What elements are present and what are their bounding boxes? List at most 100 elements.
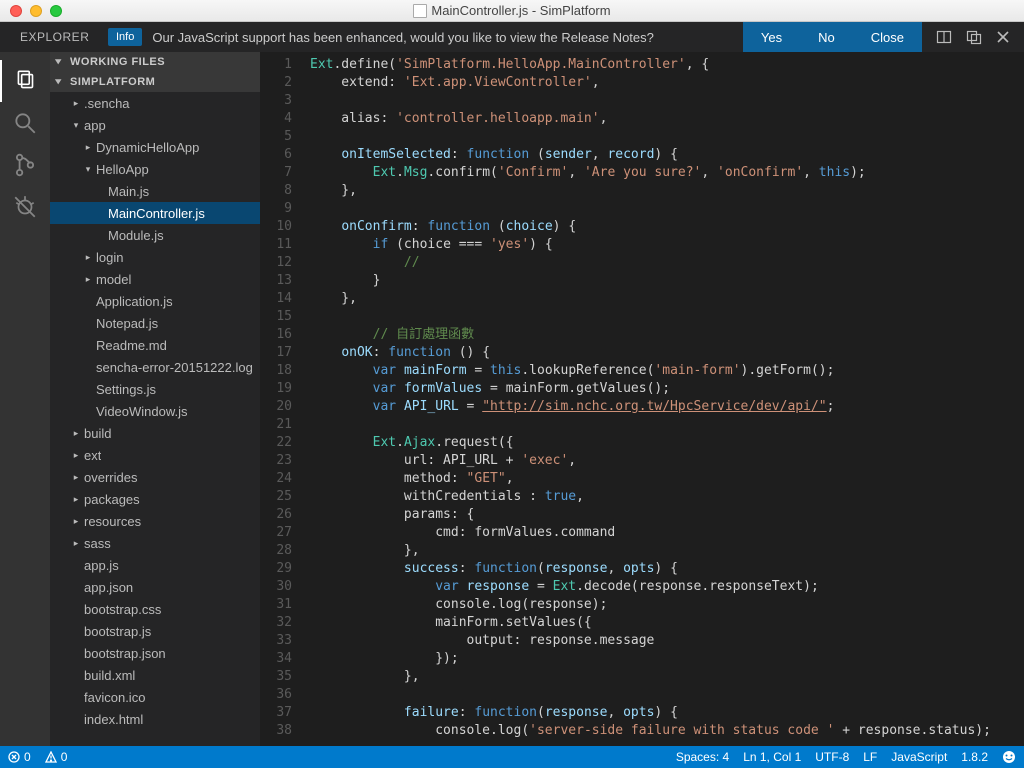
tree-item-label: Application.js	[94, 294, 173, 309]
status-language[interactable]: JavaScript	[891, 750, 947, 764]
git-activity-icon[interactable]	[0, 144, 50, 186]
tree-item[interactable]: build.xml	[50, 664, 260, 686]
tree-item-label: Settings.js	[94, 382, 156, 397]
titlebar-file-icon	[413, 4, 427, 18]
more-actions-icon[interactable]	[966, 29, 982, 45]
twisty-icon: ▸	[70, 516, 82, 527]
tree-item[interactable]: ▸resources	[50, 510, 260, 532]
twisty-icon: ▸	[82, 142, 94, 153]
tree-item-label: login	[94, 250, 123, 265]
tree-item[interactable]: ▸model	[50, 268, 260, 290]
window-titlebar: MainController.js - SimPlatform	[0, 0, 1024, 22]
tree-item-label: ext	[82, 448, 101, 463]
tree-item-label: app.js	[82, 558, 119, 573]
info-close-button[interactable]: Close	[853, 22, 922, 52]
project-header[interactable]: SIMPLATFORM	[50, 72, 260, 92]
tree-item-label: build	[82, 426, 111, 441]
status-warnings[interactable]: 0	[45, 750, 68, 764]
tree-item-label: Main.js	[106, 184, 149, 199]
editor-code-area[interactable]: Ext.define('SimPlatform.HelloApp.MainCon…	[310, 52, 1024, 746]
debug-activity-icon[interactable]	[0, 186, 50, 228]
status-eol[interactable]: LF	[863, 750, 877, 764]
tree-item-label: build.xml	[82, 668, 135, 683]
twisty-icon: ▸	[70, 428, 82, 439]
tree-item[interactable]: Module.js	[50, 224, 260, 246]
twisty-icon: ▾	[82, 164, 94, 175]
tree-item[interactable]: ▸sass	[50, 532, 260, 554]
tree-item-label: bootstrap.css	[82, 602, 161, 617]
status-version[interactable]: 1.8.2	[961, 750, 988, 764]
twisty-icon: ▾	[70, 120, 82, 131]
window-minimize-button[interactable]	[30, 5, 42, 17]
tree-item[interactable]: app.js	[50, 554, 260, 576]
tree-item[interactable]: app.json	[50, 576, 260, 598]
activity-bar	[0, 52, 50, 746]
tree-item[interactable]: ▸.sencha	[50, 92, 260, 114]
tree-item[interactable]: Application.js	[50, 290, 260, 312]
twisty-icon: ▸	[82, 252, 94, 263]
tree-item-label: Notepad.js	[94, 316, 158, 331]
window-title: MainController.js - SimPlatform	[431, 3, 610, 18]
twisty-icon: ▸	[70, 450, 82, 461]
tree-item-label: MainController.js	[106, 206, 205, 221]
tree-item[interactable]: ▾HelloApp	[50, 158, 260, 180]
tree-item[interactable]: VideoWindow.js	[50, 400, 260, 422]
tree-item-label: app.json	[82, 580, 133, 595]
status-position[interactable]: Ln 1, Col 1	[743, 750, 801, 764]
tree-item[interactable]: ▸packages	[50, 488, 260, 510]
tree-item-label: VideoWindow.js	[94, 404, 188, 419]
tree-item-label: index.html	[82, 712, 143, 727]
file-tree: ▸.sencha▾app▸DynamicHelloApp▾HelloAppMai…	[50, 92, 260, 730]
tree-item[interactable]: ▸build	[50, 422, 260, 444]
tree-item-label: favicon.ico	[82, 690, 145, 705]
info-badge: Info	[108, 28, 142, 46]
twisty-icon: ▸	[70, 98, 82, 109]
editor[interactable]: 1234567891011121314151617181920212223242…	[260, 52, 1024, 746]
tree-item-label: overrides	[82, 470, 137, 485]
explorer-panel-title: EXPLORER	[0, 30, 98, 44]
tree-item-label: .sencha	[82, 96, 130, 111]
twisty-icon: ▸	[70, 538, 82, 549]
tree-item[interactable]: ▸ext	[50, 444, 260, 466]
tree-item[interactable]: Settings.js	[50, 378, 260, 400]
tree-item-label: Module.js	[106, 228, 164, 243]
status-spaces[interactable]: Spaces: 4	[676, 750, 729, 764]
tree-item[interactable]: ▸login	[50, 246, 260, 268]
status-feedback-icon[interactable]	[1002, 750, 1016, 764]
tree-item-label: bootstrap.js	[82, 624, 151, 639]
window-maximize-button[interactable]	[50, 5, 62, 17]
tree-item-label: DynamicHelloApp	[94, 140, 199, 155]
working-files-header[interactable]: WORKING FILES	[50, 52, 260, 72]
tree-item-label: packages	[82, 492, 140, 507]
editor-gutter: 1234567891011121314151617181920212223242…	[260, 52, 310, 746]
tree-item-label: HelloApp	[94, 162, 149, 177]
search-activity-icon[interactable]	[0, 102, 50, 144]
tree-item-label: app	[82, 118, 106, 133]
tree-item[interactable]: bootstrap.css	[50, 598, 260, 620]
tree-item[interactable]: bootstrap.js	[50, 620, 260, 642]
tree-item[interactable]: MainController.js	[50, 202, 260, 224]
twisty-icon: ▸	[70, 472, 82, 483]
close-panel-icon[interactable]	[996, 30, 1010, 44]
info-yes-button[interactable]: Yes	[743, 22, 800, 52]
tree-item-label: sencha-error-20151222.log	[94, 360, 253, 375]
tree-item[interactable]: Readme.md	[50, 334, 260, 356]
window-close-button[interactable]	[10, 5, 22, 17]
tree-item[interactable]: favicon.ico	[50, 686, 260, 708]
tree-item-label: model	[94, 272, 131, 287]
sidebar: WORKING FILES SIMPLATFORM ▸.sencha▾app▸D…	[50, 52, 260, 746]
tree-item[interactable]: ▸overrides	[50, 466, 260, 488]
tree-item[interactable]: index.html	[50, 708, 260, 730]
tree-item[interactable]: bootstrap.json	[50, 642, 260, 664]
tree-item[interactable]: ▸DynamicHelloApp	[50, 136, 260, 158]
explorer-activity-icon[interactable]	[0, 60, 50, 102]
tree-item[interactable]: ▾app	[50, 114, 260, 136]
tree-item[interactable]: Notepad.js	[50, 312, 260, 334]
tree-item[interactable]: Main.js	[50, 180, 260, 202]
info-no-button[interactable]: No	[800, 22, 853, 52]
status-encoding[interactable]: UTF-8	[815, 750, 849, 764]
info-message: Our JavaScript support has been enhanced…	[152, 30, 743, 45]
tree-item[interactable]: sencha-error-20151222.log	[50, 356, 260, 378]
split-editor-icon[interactable]	[936, 29, 952, 45]
status-errors[interactable]: 0	[8, 750, 31, 764]
